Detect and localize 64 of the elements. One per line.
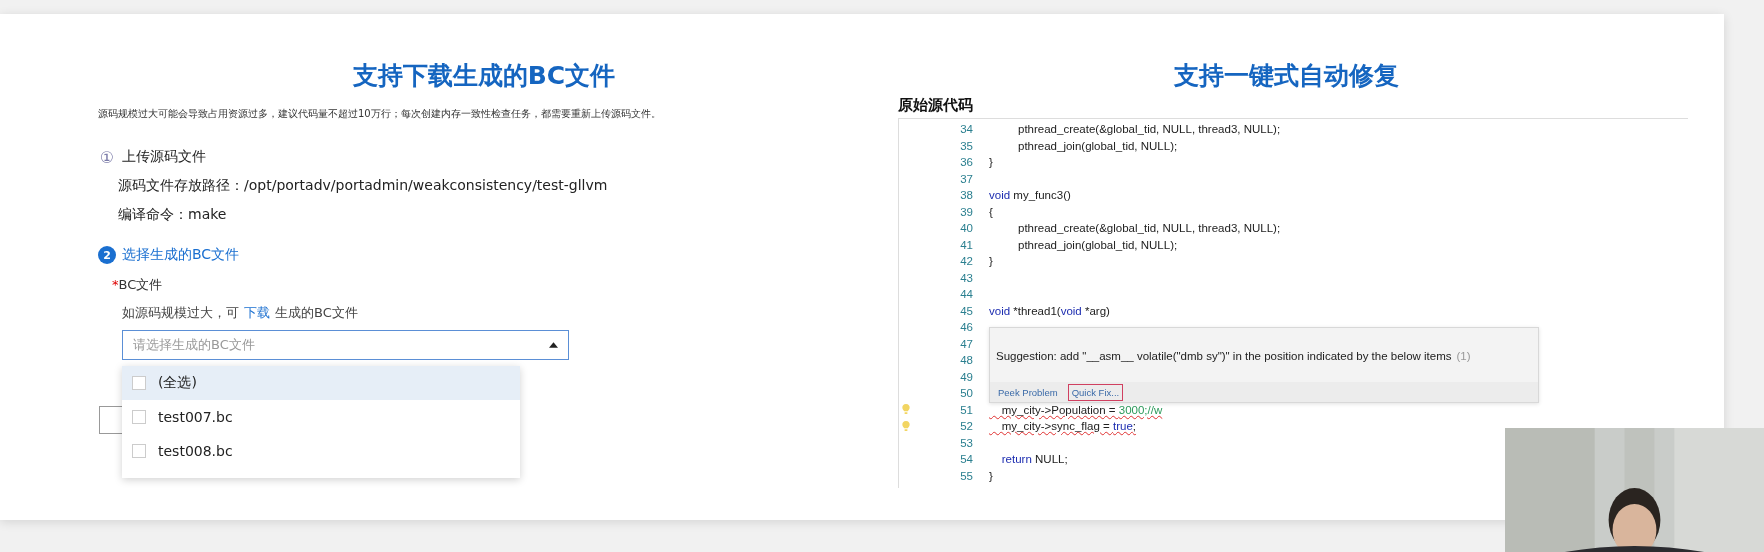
code-line: void *thread1(void *arg) [989, 304, 1110, 317]
popup-action-link[interactable]: Quick Fix... [1067, 383, 1124, 401]
suggestion-count: (1) [1456, 350, 1471, 362]
code-line: { [989, 205, 993, 218]
step-label: 上传源码文件 [122, 148, 206, 166]
line-number: 41 [959, 238, 973, 251]
step-detail: 源码文件存放路径：/opt/portadv/portadmin/weakconsistency/test-gllvm [118, 177, 609, 195]
line-number: 55 [959, 469, 973, 482]
line-number: 42 [959, 255, 973, 268]
line-number: 45 [959, 304, 973, 317]
suggestion-text: Suggestion: add "__asm__ volatile("dmb sy")" in the position indicated by the below items [996, 350, 1452, 362]
line-number: 49 [959, 370, 973, 383]
line-number: 40 [959, 222, 973, 235]
section-title: 支持下载生成的BC文件 [351, 60, 617, 92]
code-line: } [989, 156, 993, 169]
line-number: 51 [959, 403, 973, 416]
step-number: ① [98, 148, 116, 166]
line-number: 54 [959, 453, 973, 466]
code-line: } [989, 255, 993, 268]
section-title: 支持一键式自动修复 [1172, 60, 1400, 92]
lightbulb-icon[interactable] [902, 404, 910, 416]
line-number: 53 [959, 436, 973, 449]
popup-action-link[interactable]: Peek Problem [994, 383, 1062, 401]
line-number: 38 [959, 189, 973, 202]
hint-text: 如源码规模过大，可 [122, 304, 239, 322]
field-label: BC文件 [118, 277, 163, 292]
line-number: 35 [959, 139, 973, 152]
code-line: my_city->sync_flag = true; [1000, 420, 1137, 433]
line-number: 43 [959, 271, 973, 284]
step-detail: 编译命令：make [118, 206, 228, 224]
line-number: 39 [959, 205, 973, 218]
step-label: 选择生成的BC文件 [122, 246, 240, 264]
code-line: my_city->Population = 3000;//w [1000, 403, 1163, 416]
select-field[interactable]: 请选择生成的BC文件 [122, 330, 569, 360]
lightbulb-icon[interactable] [902, 420, 910, 432]
code-line: pthread_join(global_tid, NULL); [1017, 238, 1178, 251]
checkbox[interactable] [132, 410, 146, 424]
line-number: 48 [959, 354, 973, 367]
description-text: 源码规模过大可能会导致占用资源过多，建议代码量不超过10万行；每次创建内存一致性检查任务，都需要重新上传源码文件。 [98, 107, 662, 121]
dropdown-option[interactable]: test008.bc [122, 434, 520, 468]
step-number: 2 [98, 246, 116, 264]
line-number: 34 [959, 123, 973, 136]
code-heading: 原始源代码 [898, 96, 974, 115]
code-line: } [989, 469, 993, 482]
dropdown-option[interactable]: test007.bc [122, 400, 520, 434]
caret-icon [549, 342, 558, 348]
line-number: 50 [959, 387, 973, 400]
code-line: pthread_create(&global_tid, NULL, thread3, NULL); [1017, 222, 1281, 235]
code-line: return NULL; [1000, 453, 1068, 466]
line-number: 37 [959, 172, 973, 185]
code-line: pthread_create(&global_tid, NULL, thread3, NULL); [1017, 123, 1281, 136]
line-number: 46 [959, 321, 973, 334]
line-number: 44 [959, 288, 973, 301]
required-mark: * [112, 277, 119, 292]
download-link[interactable]: 下载 [244, 304, 270, 322]
line-number: 52 [959, 420, 973, 433]
code-line: void my_func3() [989, 189, 1071, 202]
dropdown-option[interactable]: (全选) [122, 366, 520, 400]
checkbox[interactable] [132, 376, 146, 390]
hint-text: 生成的BC文件 [275, 304, 358, 322]
line-number: 36 [959, 156, 973, 169]
checkbox[interactable] [132, 444, 146, 458]
line-number: 47 [959, 337, 973, 350]
code-line: pthread_join(global_tid, NULL); [1017, 139, 1178, 152]
